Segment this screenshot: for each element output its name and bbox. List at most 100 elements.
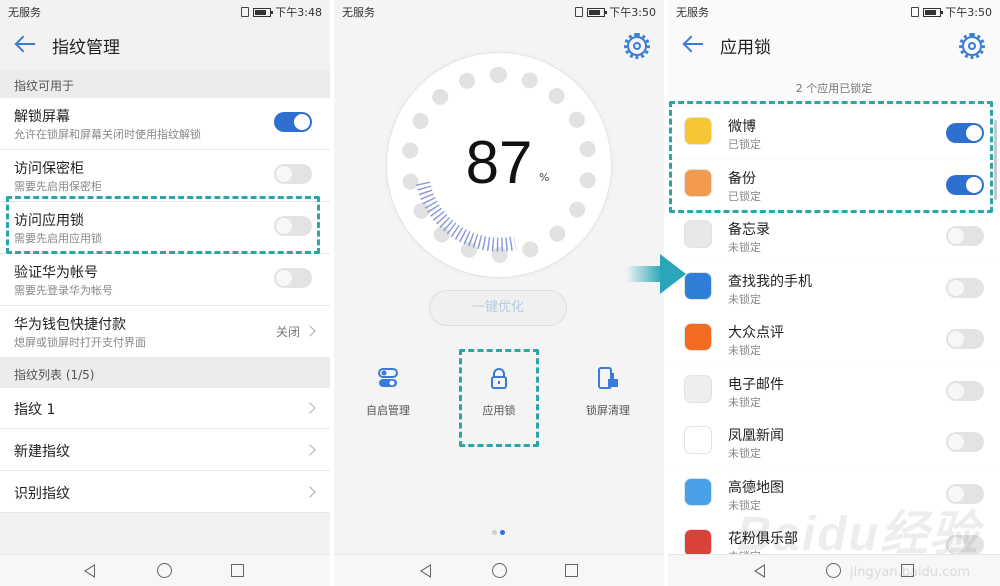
score-dial: 87 %	[386, 52, 612, 278]
app-row[interactable]: 备份 已锁定	[668, 159, 1000, 211]
nav-home-icon[interactable]	[157, 563, 172, 578]
fingerprint-settings-screen: 无服务 下午3:48 指纹管理 指纹可用于 解锁屏幕 允许在锁屏和屏幕关闭时使用…	[0, 0, 330, 586]
settings-gear-icon[interactable]	[624, 33, 650, 59]
page-dot	[492, 530, 497, 535]
tool-label: 自启管理	[366, 404, 410, 417]
app-row[interactable]: 微博 已锁定	[668, 108, 1000, 159]
huawei-account-toggle[interactable]	[274, 268, 312, 288]
status-bar: 无服务 下午3:50	[668, 0, 1000, 22]
nav-recent-icon[interactable]	[231, 564, 244, 577]
watermark-logo: Baidu经验	[736, 508, 980, 561]
sim-icon	[241, 7, 250, 17]
unlock-screen-toggle[interactable]	[274, 112, 312, 132]
wallet-pay-value: 关闭	[275, 325, 300, 339]
nav-back-icon[interactable]	[754, 564, 765, 578]
app-name: 备份	[728, 170, 756, 187]
fingerprint-label: 识别指纹	[14, 486, 70, 502]
fingerprint-label: 新建指纹	[14, 444, 70, 460]
app-lock-toggle[interactable]	[946, 123, 984, 143]
app-lock-status: 已锁定	[728, 189, 761, 203]
app-lock-status: 未锁定	[728, 447, 761, 460]
identify-fingerprint-item[interactable]: 识别指纹	[0, 471, 330, 513]
setting-row-huawei-account[interactable]: 验证华为帐号 需要先登录华为帐号	[0, 254, 330, 306]
app-row[interactable]: 凤凰新闻 未锁定	[668, 417, 1000, 468]
watermark-url: jingyan.baidu.com	[850, 565, 970, 580]
setting-title: 验证华为帐号	[14, 265, 98, 281]
setting-title: 访问应用锁	[14, 213, 84, 229]
nav-bar	[0, 554, 330, 586]
padlock-icon	[487, 366, 511, 390]
lockscreen-cleanup-tool[interactable]: 锁屏清理	[563, 366, 653, 418]
carrier-label: 无服务	[8, 6, 41, 19]
app-name: 备忘录	[728, 222, 770, 238]
tool-label: 锁屏清理	[586, 404, 630, 417]
nav-bar	[334, 554, 664, 586]
app-lock-toggle[interactable]	[946, 329, 984, 349]
nav-home-icon[interactable]	[826, 563, 841, 578]
app-lock-toggle[interactable]	[274, 216, 312, 236]
app-lock-status: 未锁定	[728, 292, 761, 306]
back-arrow-icon[interactable]	[682, 32, 706, 56]
backup-icon	[684, 168, 712, 197]
carrier-label: 无服务	[342, 6, 375, 19]
section-header-available: 指纹可用于	[0, 70, 330, 98]
setting-row-safe[interactable]: 访问保密柜 需要先启用保密柜	[0, 150, 330, 202]
app-lock-toggle[interactable]	[946, 226, 984, 246]
fingerprint-label: 指纹 1	[14, 402, 56, 418]
scrollbar[interactable]	[994, 120, 997, 200]
app-lock-toggle[interactable]	[946, 277, 984, 298]
app-lock-tool[interactable]: 应用锁	[454, 366, 544, 418]
clock: 下午3:50	[945, 6, 992, 19]
optimize-button[interactable]: 一键优化	[429, 290, 567, 326]
amap-icon	[684, 477, 712, 506]
app-row[interactable]: 备忘录 未锁定	[668, 211, 1000, 262]
app-row[interactable]: 电子邮件 未锁定	[668, 365, 1000, 417]
app-row[interactable]: 大众点评 未锁定	[668, 314, 1000, 365]
carrier-label: 无服务	[676, 6, 709, 19]
setting-row-unlock-screen[interactable]: 解锁屏幕 允许在锁屏和屏幕关闭时使用指纹解锁	[0, 98, 330, 150]
nav-back-icon[interactable]	[420, 564, 431, 578]
safe-toggle[interactable]	[274, 164, 312, 184]
app-name: 查找我的手机	[728, 273, 812, 290]
back-arrow-icon[interactable]	[14, 32, 38, 56]
locked-count-label: 2 个应用已锁定	[795, 82, 873, 95]
tool-label: 应用锁	[482, 404, 516, 417]
status-bar: 无服务 下午3:48	[0, 0, 330, 22]
chevron-right-icon	[304, 486, 316, 498]
app-lock-toggle[interactable]	[946, 432, 984, 452]
battery-icon	[253, 7, 274, 17]
setting-subtitle: 需要先启用保密柜	[14, 180, 102, 193]
sim-icon	[911, 7, 920, 17]
app-lock-status: 未锁定	[728, 395, 761, 409]
phone-brush-icon	[596, 366, 620, 390]
notes-icon	[684, 220, 712, 248]
app-row[interactable]: 查找我的手机 未锁定	[668, 262, 1000, 314]
sim-icon	[575, 7, 584, 17]
setting-row-wallet-pay[interactable]: 华为钱包快捷付款 熄屏或锁屏时打开支付界面 关闭	[0, 306, 330, 358]
clock: 下午3:50	[609, 6, 656, 19]
pointer-arrow-icon	[626, 254, 686, 294]
battery-icon	[587, 7, 608, 17]
nav-home-icon[interactable]	[492, 563, 507, 578]
nav-back-icon[interactable]	[84, 564, 95, 578]
setting-title: 解锁屏幕	[14, 109, 70, 125]
setting-row-app-lock[interactable]: 访问应用锁 需要先启用应用锁	[0, 202, 330, 254]
setting-subtitle: 需要先启用应用锁	[14, 232, 102, 245]
setting-subtitle: 允许在锁屏和屏幕关闭时使用指纹解锁	[14, 128, 201, 141]
page-title: 指纹管理	[52, 38, 120, 58]
setting-title: 访问保密柜	[14, 161, 84, 177]
dianping-icon	[684, 323, 712, 351]
setting-subtitle: 熄屏或锁屏时打开支付界面	[14, 336, 146, 349]
new-fingerprint-item[interactable]: 新建指纹	[0, 429, 330, 471]
nav-recent-icon[interactable]	[565, 564, 578, 577]
title-bar: 应用锁	[668, 24, 1000, 66]
app-lock-toggle[interactable]	[946, 174, 984, 195]
app-lock-toggle[interactable]	[946, 380, 984, 401]
toggle-switches-icon	[376, 366, 400, 390]
battery-icon	[923, 7, 944, 17]
email-icon	[684, 374, 712, 403]
app-lock-status: 未锁定	[728, 241, 761, 254]
startup-manager-tool[interactable]: 自启管理	[343, 366, 433, 418]
fingerprint-item-1[interactable]: 指纹 1	[0, 388, 330, 429]
settings-gear-icon[interactable]	[959, 33, 985, 59]
